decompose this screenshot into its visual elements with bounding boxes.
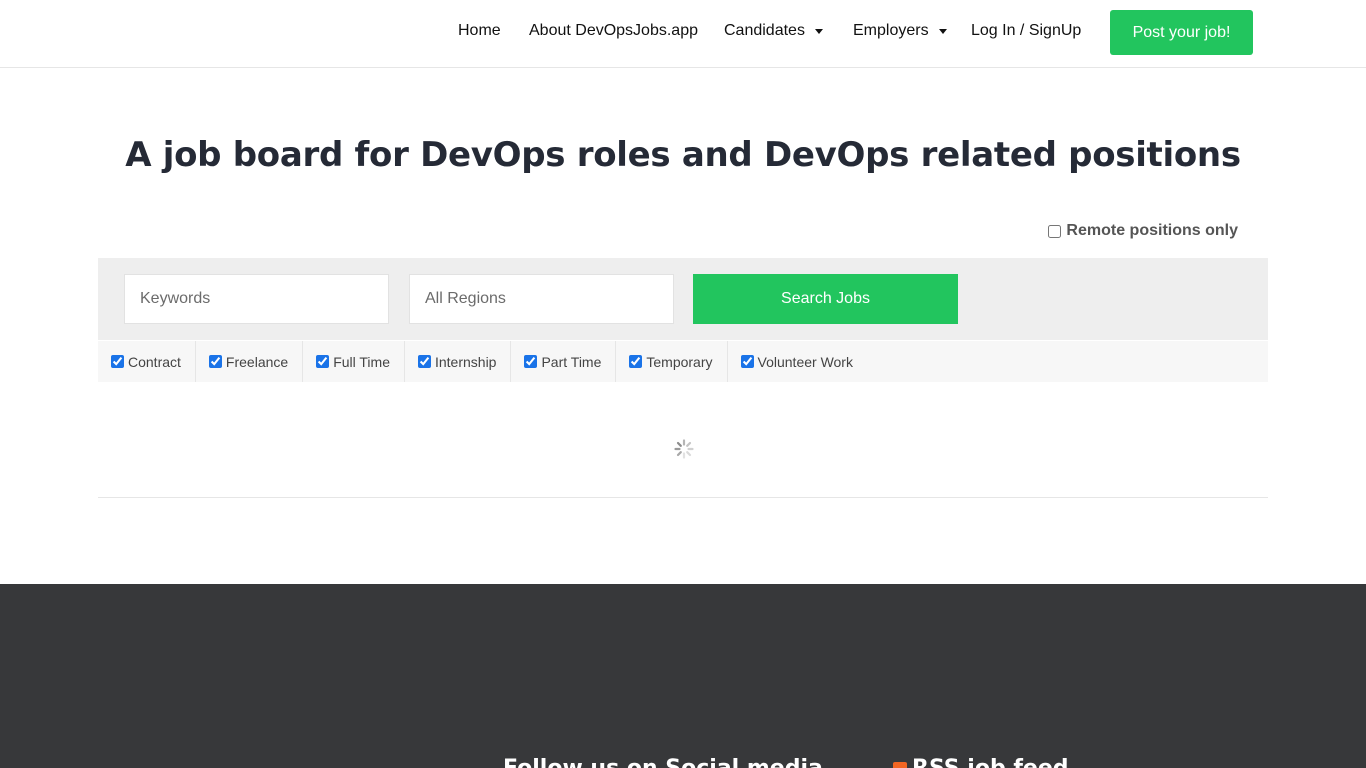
content-divider [98,497,1268,498]
keywords-input[interactable] [124,274,389,324]
remote-only-label: Remote positions only [1066,222,1238,239]
job-type-label: Contract [128,353,181,370]
nav-employers-label: Employers [853,22,929,39]
job-type-checkbox[interactable] [417,355,431,368]
job-type-filters: Contract Freelance Full Time Internship … [98,341,1268,382]
job-type-label: Temporary [646,353,713,370]
regions-select[interactable] [409,274,674,324]
job-type-checkbox[interactable] [740,355,754,368]
job-type-freelance[interactable]: Freelance [196,341,304,382]
social-heading: Follow us on Social media [503,756,823,768]
rss-heading-text: RSS job feed [912,756,1069,768]
job-type-checkbox[interactable] [111,355,124,368]
job-type-contract[interactable]: Contract [98,341,196,382]
nav-login-link[interactable]: Log In / SignUp [971,22,1081,40]
job-type-internship[interactable]: Internship [405,341,512,382]
job-type-label: Internship [434,353,497,370]
remote-only-checkbox[interactable] [1048,224,1062,238]
nav-about-link[interactable]: About DevOpsJobs.app [529,22,698,40]
main-nav-candidates: Candidates [724,0,823,62]
main-nav-login: Log In / SignUp [971,0,1081,62]
loading-spinner-icon [674,439,694,459]
rss-icon [893,761,907,768]
job-type-label: Volunteer Work [757,353,853,370]
job-type-volunteer-work[interactable]: Volunteer Work [728,341,867,382]
nav-home-link[interactable]: Home [458,22,501,40]
site-footer: Follow us on Social media RSS job feed [0,584,1366,768]
site-header: Home About DevOpsJobs.app Candidates Emp… [0,0,1366,68]
social-heading-text: Follow us on Social media [503,756,823,768]
post-job-button[interactable]: Post your job! [1110,10,1253,55]
nav-candidates-dropdown[interactable]: Candidates [724,22,823,40]
main-nav: Home [458,0,501,62]
rss-heading[interactable]: RSS job feed [893,756,1069,768]
remote-only-toggle[interactable]: Remote positions only [1048,222,1238,240]
job-type-label: Freelance [225,353,289,370]
job-type-label: Full Time [333,353,390,370]
page-title: A job board for DevOps roles and DevOps … [125,135,1241,175]
nav-employers-dropdown[interactable]: Employers [853,22,947,40]
job-type-checkbox[interactable] [629,355,643,368]
search-jobs-button[interactable]: Search Jobs [693,274,958,324]
job-type-temporary[interactable]: Temporary [616,341,728,382]
job-type-checkbox[interactable] [208,355,222,368]
search-panel: Search Jobs [98,258,1268,340]
main-nav-employers: Employers [853,0,947,62]
job-type-checkbox[interactable] [524,355,538,368]
job-type-full-time[interactable]: Full Time [303,341,405,382]
chevron-down-icon [938,29,947,34]
job-type-checkbox[interactable] [316,355,330,368]
job-type-part-time[interactable]: Part Time [511,341,617,382]
nav-candidates-label: Candidates [724,22,805,39]
chevron-down-icon [814,29,823,34]
job-type-label: Part Time [541,353,602,370]
main-nav-about: About DevOpsJobs.app [529,0,698,62]
